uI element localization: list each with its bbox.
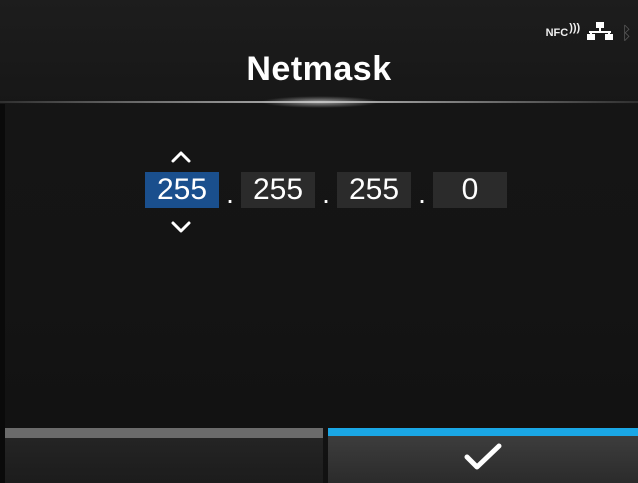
netmask-input: 255 . 255 . 255 . 0	[145, 172, 507, 209]
header-divider	[0, 101, 638, 103]
bluetooth-icon: ᛒ	[621, 22, 632, 43]
back-button[interactable]	[5, 428, 323, 483]
footer-bar	[0, 428, 638, 483]
octet-separator: .	[418, 178, 426, 209]
printer-screen: NFC))) ᛒ Netmask 255 . 255 . 255 . 0	[0, 0, 638, 483]
octet-separator: .	[226, 178, 234, 209]
nfc-icon: NFC)))	[545, 22, 581, 39]
status-bar: NFC))) ᛒ	[545, 21, 632, 46]
checkmark-icon	[461, 442, 505, 477]
confirm-button[interactable]	[328, 428, 638, 483]
octet-field-4[interactable]: 0	[433, 172, 507, 208]
octet-field-1[interactable]: 255	[145, 172, 219, 208]
increment-arrow-icon[interactable]	[166, 147, 196, 165]
octet-field-3[interactable]: 255	[337, 172, 411, 208]
header: NFC))) ᛒ Netmask	[0, 0, 638, 108]
octet-field-2[interactable]: 255	[241, 172, 315, 208]
network-icon	[587, 21, 614, 46]
decrement-arrow-icon[interactable]	[166, 218, 196, 236]
octet-separator: .	[322, 178, 330, 209]
page-title: Netmask	[246, 50, 392, 88]
